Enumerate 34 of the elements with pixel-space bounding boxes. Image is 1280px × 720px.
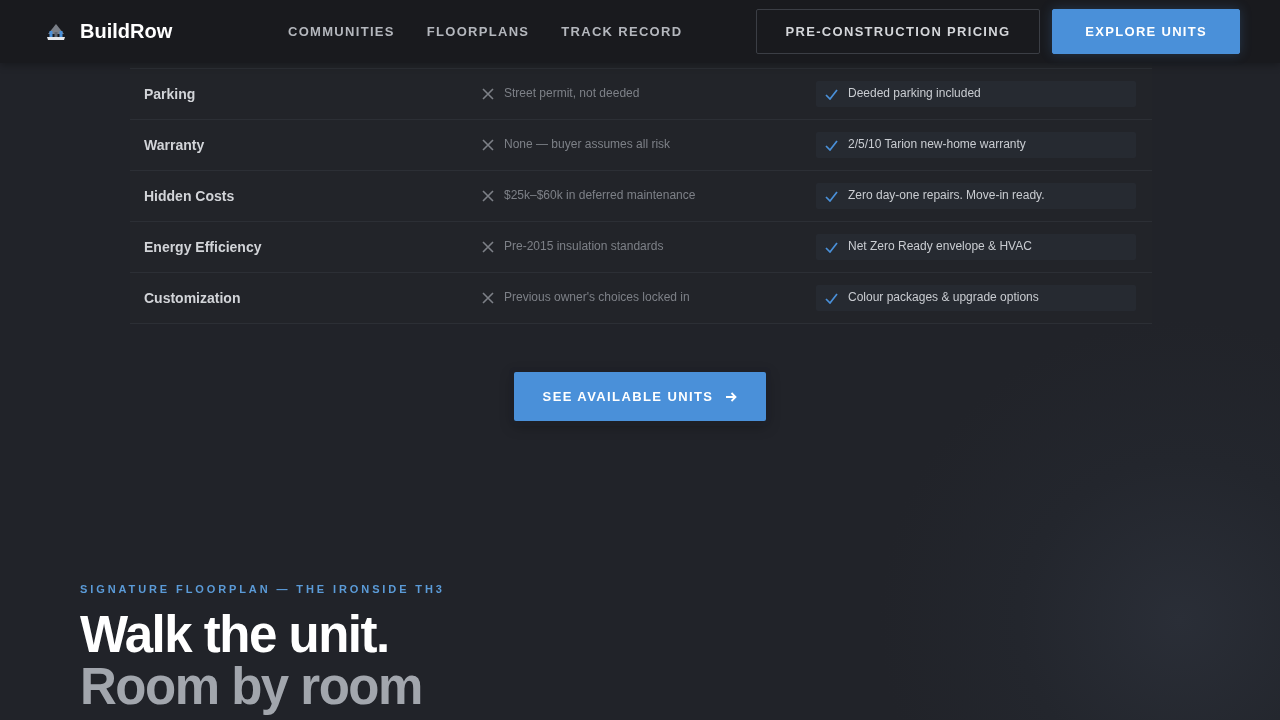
nav-link[interactable]: TRACK RECORD	[561, 24, 683, 39]
cross-icon	[482, 88, 494, 100]
check-icon	[825, 139, 838, 151]
feature-label: Warranty	[144, 137, 206, 153]
resale-text: Previous owner's choices locked in	[504, 289, 690, 304]
cross-icon	[482, 139, 494, 151]
check-icon	[825, 88, 838, 100]
feature-label: Customization	[144, 290, 242, 306]
section-heading: Walk the unit.	[80, 609, 389, 661]
feature-label: Parking	[144, 86, 197, 102]
new-build-text: Net Zero Ready envelope & HVAC	[848, 239, 1032, 253]
check-icon	[825, 241, 838, 253]
new-build-text: 2/5/10 Tarion new-home warranty	[848, 137, 1026, 151]
check-icon	[825, 190, 838, 202]
pricing-button[interactable]: PRE-CONSTRUCTION PRICING	[755, 9, 1041, 54]
resale-text: Pre-2015 insulation standards	[504, 238, 664, 253]
resale-text: $25k–$60k in deferred maintenance	[504, 187, 696, 202]
cross-icon	[482, 241, 494, 253]
nav-link[interactable]: COMMUNITIES	[288, 24, 395, 39]
nav-link[interactable]: FLOORPLANS	[426, 24, 530, 39]
resale-text: Street permit, not deeded	[504, 85, 640, 100]
brand-name[interactable]: BuildRow	[80, 20, 173, 43]
cross-icon	[482, 190, 494, 202]
feature-label: Hidden Costs	[144, 188, 236, 204]
check-icon	[825, 292, 838, 304]
new-build-text: Deeded parking included	[848, 86, 981, 100]
new-build-text: Colour packages & upgrade options	[848, 290, 1039, 304]
feature-label: Energy Efficiency	[144, 239, 263, 255]
section-eyebrow: SIGNATURE FLOORPLAN — THE IRONSIDE TH3	[80, 583, 445, 595]
cross-icon	[482, 292, 494, 304]
resale-text: None — buyer assumes all risk	[504, 136, 671, 151]
new-build-text: Zero day-one repairs. Move-in ready.	[848, 188, 1045, 202]
arrow-right-icon	[725, 390, 738, 403]
section-heading: Room by room	[80, 661, 422, 713]
